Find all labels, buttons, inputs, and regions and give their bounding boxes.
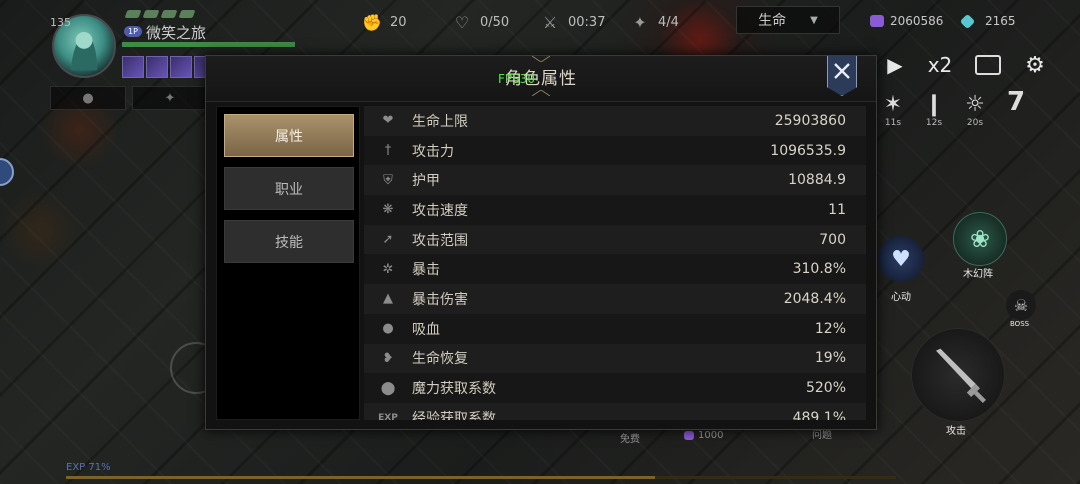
claw-icon: ❙ <box>924 91 944 117</box>
currency-cyan: 2165 <box>959 13 1016 29</box>
purple-gem-icon <box>870 15 884 27</box>
quick-slots: ● ✦ <box>50 86 208 110</box>
play-icon[interactable]: ▶ <box>880 50 910 80</box>
attribute-row: ❤ 生命上限 25903860 <box>364 106 866 136</box>
attribute-row: ❋ 攻击速度 11 <box>364 195 866 225</box>
ornament-icon <box>532 56 550 62</box>
feather-icon[interactable]: ✦ <box>132 86 208 110</box>
tab-panel: 属性 职业 技能 <box>216 106 360 420</box>
player-name: 微笑之旅 <box>146 24 207 42</box>
exp-icon: EXP <box>378 412 398 420</box>
fps-counter: FPS30 <box>498 72 536 86</box>
player-hp-bar <box>122 42 308 47</box>
equipped-skill-icons <box>122 56 216 78</box>
heart-icon: ♡ <box>454 12 470 32</box>
shield-icon: ⛨ <box>383 172 393 188</box>
star-icon: ✶ <box>883 91 903 117</box>
stat-power: ✊ 20 <box>362 12 407 32</box>
heart-icon: ❤ <box>382 113 394 129</box>
sword-icon: † <box>384 143 392 159</box>
cooldown-skill-1[interactable]: ✶ 11s <box>879 90 907 129</box>
tree-skill-button[interactable]: ❀ <box>953 212 1007 266</box>
cooldown-skill-2[interactable]: ❙ 12s <box>920 90 948 129</box>
buff-indicators <box>124 10 196 18</box>
attribute-row: † 攻击力 1096535.9 <box>364 135 866 166</box>
heart-skill-label: 心动 <box>891 292 911 303</box>
tab-profession[interactable]: 职业 <box>224 167 354 210</box>
attribute-row: ⛨ 护甲 10884.9 <box>364 165 866 196</box>
attribute-row: ❥ 生命恢复 19% <box>364 343 866 374</box>
attribute-row: ▲ 暴击伤害 2048.4% <box>364 284 866 314</box>
dialog-title: 角色属性 <box>505 69 577 89</box>
chat-icon[interactable] <box>975 55 1001 75</box>
heart-skill-button[interactable]: ♥ <box>878 236 924 282</box>
sword-icon <box>936 348 986 403</box>
boss-label: BOSS <box>1010 320 1030 328</box>
stat-hearts: ♡ 0/50 <box>452 12 509 32</box>
crit-icon: ✲ <box>382 261 394 277</box>
blood-drop-icon: ● <box>382 321 394 337</box>
tab-attributes[interactable]: 属性 <box>224 114 354 157</box>
tree-icon: ❀ <box>969 225 991 253</box>
person-icon[interactable]: ● <box>50 86 126 110</box>
cost-label: 1000 <box>684 430 723 441</box>
tab-skills[interactable]: 技能 <box>224 220 354 263</box>
skill-slot-icon[interactable] <box>146 56 168 78</box>
chevron-down-icon: ▼ <box>810 14 818 26</box>
attack-label: 攻击 <box>946 426 966 437</box>
ornament-icon <box>532 90 550 96</box>
heart-icon: ♥ <box>891 246 911 272</box>
skill-slot-icon[interactable] <box>122 56 144 78</box>
attribute-row: EXP 经验获取系数 489.1% <box>364 402 866 420</box>
boss-icon[interactable]: ☠ <box>1006 290 1036 320</box>
sun-icon: ☼ <box>965 91 985 117</box>
paw-icon: ✦ <box>633 12 647 32</box>
attribute-row: ✲ 暴击 310.8% <box>364 254 866 285</box>
player-level: 135 <box>50 16 71 29</box>
cooldown-skill-3[interactable]: ☼ 20s <box>961 90 989 129</box>
attribute-row: ➚ 攻击范围 700 <box>364 224 866 255</box>
stat-pets: ✦ 4/4 <box>630 12 679 32</box>
currency-purple: 2060586 <box>870 14 943 28</box>
heart-plus-icon: ❥ <box>382 350 394 366</box>
stat-timer: ⚔ 00:37 <box>540 12 606 32</box>
close-icon <box>834 63 850 79</box>
seven-icon: 7 <box>1006 87 1026 117</box>
cyan-gem-icon <box>959 13 976 29</box>
fairy-icon: ❋ <box>382 202 394 218</box>
dialog-header: 角色属性 FPS30 <box>206 56 876 102</box>
skill-slot-icon[interactable] <box>170 56 192 78</box>
exp-bar <box>66 476 896 479</box>
gear-icon[interactable]: ⚙ <box>1020 50 1050 80</box>
fist-icon: ✊ <box>362 12 382 32</box>
tree-skill-label: 木幻阵 <box>963 269 993 280</box>
crossed-swords-icon: ⚔ <box>542 12 558 32</box>
free-label: 免费 <box>620 434 640 445</box>
cooldown-skill-4[interactable]: 7 <box>1002 87 1030 117</box>
rank-badge: 1P <box>124 26 142 37</box>
character-attributes-dialog: 角色属性 FPS30 属性 职业 技能 ❤ 生命上限 25903860 † 攻击… <box>205 55 877 430</box>
exp-label: EXP 71% <box>66 462 111 473</box>
speed-button[interactable]: x2 <box>922 50 958 80</box>
purple-gem-icon <box>684 431 694 440</box>
target-select[interactable]: 生命 ▼ <box>736 6 840 34</box>
attribute-list[interactable]: ❤ 生命上限 25903860 † 攻击力 1096535.9 ⛨ 护甲 108… <box>364 106 866 420</box>
flame-icon: ▲ <box>383 291 393 307</box>
mana-orb-icon: ⬤ <box>380 380 396 396</box>
attribute-row: ● 吸血 12% <box>364 313 866 344</box>
bow-icon: ➚ <box>382 232 394 248</box>
attribute-row: ⬤ 魔力获取系数 520% <box>364 373 866 403</box>
attack-button[interactable] <box>911 328 1005 422</box>
